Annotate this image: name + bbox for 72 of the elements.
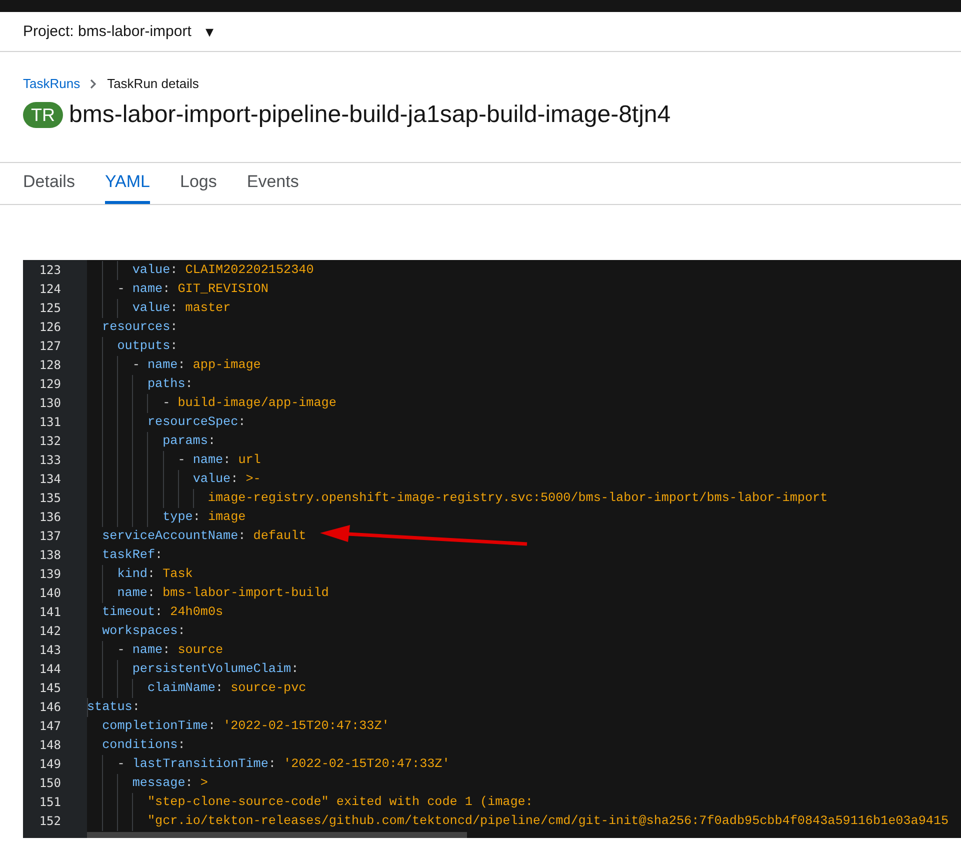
line-number: 151 bbox=[38, 794, 62, 811]
code-line: outputs: bbox=[87, 337, 178, 356]
code-line: - name: app-image bbox=[87, 356, 261, 375]
code-line: value: master bbox=[87, 299, 231, 318]
line-number: 125 bbox=[38, 300, 62, 317]
line-number: 152 bbox=[38, 813, 62, 830]
code-line: - lastTransitionTime: '2022-02-15T20:47:33Z' bbox=[87, 755, 450, 774]
tab[interactable]: Events bbox=[246, 163, 299, 204]
code-editor[interactable] bbox=[23, 260, 961, 838]
line-number: 133 bbox=[38, 452, 62, 469]
line-number: 134 bbox=[38, 471, 62, 488]
line-number: 142 bbox=[38, 623, 62, 640]
line-number: 137 bbox=[38, 528, 62, 545]
code-line: message: > bbox=[87, 774, 208, 793]
code-line: "step-clone-source-code" exited with code 1 (image: bbox=[87, 793, 533, 812]
code-line: resourceSpec: bbox=[87, 413, 246, 432]
code-line: - name: GIT_REVISION bbox=[87, 280, 268, 299]
code-line: serviceAccountName: default bbox=[101, 528, 306, 545]
line-number: 144 bbox=[38, 661, 62, 678]
resource-badge: TR bbox=[23, 102, 63, 128]
line-number: 127 bbox=[38, 338, 62, 355]
line-number: 131 bbox=[38, 414, 62, 431]
line-number: 130 bbox=[38, 395, 62, 412]
tab[interactable]: YAML bbox=[104, 163, 150, 204]
line-number: 138 bbox=[38, 547, 62, 564]
code-line: value: CLAIM202202152340 bbox=[87, 261, 314, 280]
code-line: status: bbox=[87, 698, 140, 717]
code-line: workspaces: bbox=[101, 623, 186, 640]
code-line: persistentVolumeClaim: bbox=[87, 660, 299, 679]
line-number: 123 bbox=[38, 262, 62, 279]
line-number: 126 bbox=[38, 319, 62, 336]
code-line: timeout: 24h0m0s bbox=[101, 604, 224, 621]
tab[interactable]: Details bbox=[23, 163, 75, 204]
line-number: 145 bbox=[38, 680, 62, 697]
code-line: name: bms-labor-import-build bbox=[87, 584, 329, 603]
code-line: kind: Task bbox=[87, 565, 193, 584]
code-line: resources: bbox=[101, 319, 178, 336]
code-line: - name: url bbox=[87, 451, 261, 470]
tab[interactable]: Logs bbox=[180, 163, 217, 204]
line-number: 147 bbox=[38, 718, 62, 735]
line-number: 148 bbox=[38, 737, 62, 754]
line-number: 132 bbox=[38, 433, 62, 450]
code-line: params: bbox=[87, 432, 216, 451]
line-number: 124 bbox=[38, 281, 62, 298]
code-line: paths: bbox=[87, 375, 193, 394]
code-line: "gcr.io/tekton-releases/github.com/tektoncd/pipeline/cmd/git-init@sha256:7f0adb95cbb4f0843a59116b1e03a9415 bbox=[87, 812, 949, 831]
code-line: claimName: source-pvc bbox=[87, 679, 306, 698]
line-number: 128 bbox=[38, 357, 62, 374]
line-number: 136 bbox=[38, 509, 62, 526]
code-line: value: >- bbox=[87, 470, 261, 489]
code-line: - build-image/app-image bbox=[87, 394, 336, 413]
line-number: 129 bbox=[38, 376, 62, 393]
code-line: completionTime: '2022-02-15T20:47:33Z' bbox=[101, 718, 390, 735]
line-number: 150 bbox=[38, 775, 62, 792]
current-page-label: TaskRun details bbox=[107, 76, 199, 91]
project-selector[interactable]: Project: bms-labor-import ▾ bbox=[23, 22, 214, 42]
line-number: 140 bbox=[38, 585, 62, 602]
page-title: bms-labor-import-pipeline-build-ja1sap-build-image-8tjn4 bbox=[69, 101, 671, 129]
line-number: 146 bbox=[38, 699, 62, 716]
code-line: - name: source bbox=[87, 641, 224, 660]
code-line: conditions: bbox=[101, 737, 186, 754]
line-number: 141 bbox=[38, 604, 62, 621]
code-line: type: image bbox=[87, 508, 246, 527]
chevron-icon bbox=[90, 78, 98, 88]
line-number: 149 bbox=[38, 756, 62, 773]
scrollbar[interactable] bbox=[87, 832, 467, 838]
line-number: 135 bbox=[38, 490, 62, 507]
line-number: 139 bbox=[38, 566, 62, 583]
breadcrumb-link[interactable]: TaskRuns bbox=[23, 76, 80, 91]
code-line: taskRef: bbox=[101, 547, 163, 564]
code-line: image-registry.openshift-image-registry.svc:5000/bms-labor-import/bms-labor-import bbox=[87, 489, 828, 508]
line-number: 143 bbox=[38, 642, 62, 659]
